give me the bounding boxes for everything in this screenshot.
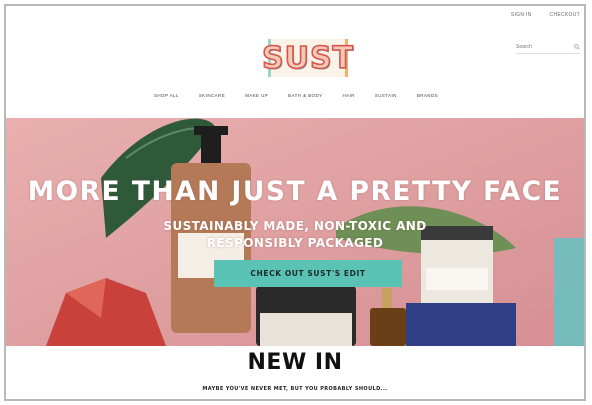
- nav-skincare[interactable]: SKINCARE: [199, 93, 225, 98]
- hero-banner: MORE THAN JUST A PRETTY FACE SUSTAINABLY…: [6, 118, 584, 346]
- nav-make-up[interactable]: MAKE UP: [245, 93, 268, 98]
- new-in-heading: NEW IN: [247, 350, 343, 375]
- search-icon[interactable]: [574, 44, 580, 50]
- hero-subtitle: SUSTAINABLY MADE, NON-TOXIC AND RESPONSI…: [163, 219, 427, 250]
- nav-sustain[interactable]: SUSTAIN: [375, 93, 397, 98]
- checkout-link[interactable]: CHECKOUT: [550, 12, 580, 18]
- main-nav: SHOP ALL SKINCARE MAKE UP BATH & BODY HA…: [154, 93, 438, 98]
- check-out-edit-button[interactable]: CHECK OUT SUST'S EDIT: [214, 260, 402, 287]
- browser-viewport: SIGN IN CHECKOUT SUST SHOP ALL SKINCARE …: [4, 4, 586, 401]
- nav-bath-body[interactable]: BATH & BODY: [288, 93, 322, 98]
- nav-hair[interactable]: HAIR: [343, 93, 355, 98]
- hero-title: MORE THAN JUST A PRETTY FACE: [27, 176, 563, 207]
- sign-in-link[interactable]: SIGN IN: [511, 12, 532, 18]
- nav-brands[interactable]: BRANDS: [417, 93, 438, 98]
- new-in-subheading: MAYBE YOU'VE NEVER MET, BUT YOU PROBABLY…: [202, 386, 388, 392]
- nav-shop-all[interactable]: SHOP ALL: [154, 93, 179, 98]
- sust-logo[interactable]: SUST: [261, 39, 354, 77]
- account-links: SIGN IN CHECKOUT: [511, 12, 580, 18]
- search-box[interactable]: [516, 41, 580, 54]
- search-input[interactable]: [516, 44, 568, 50]
